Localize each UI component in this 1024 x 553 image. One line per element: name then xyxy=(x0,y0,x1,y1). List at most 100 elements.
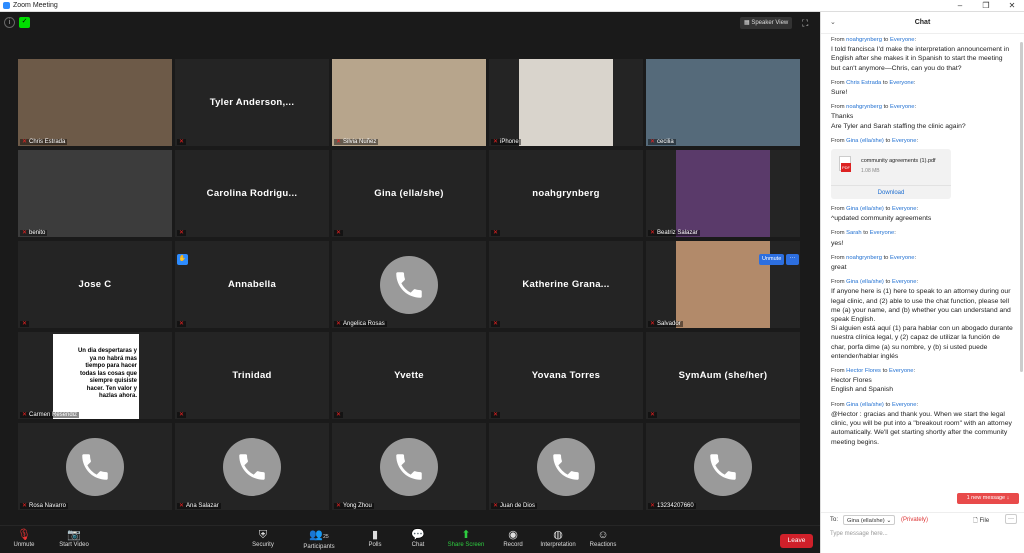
participant-tile[interactable]: Carolina Rodrigu... ✕ xyxy=(175,150,329,237)
file-attachment: PDF community agreements (1).pdf 1.08 MB Do… xyxy=(831,149,951,200)
security-button[interactable]: ⛨ Security xyxy=(241,528,285,548)
participant-label: ✕ xyxy=(20,321,29,327)
unmute-participant-button[interactable]: Unmute xyxy=(759,254,785,265)
participant-label: ✕ Carmen Resendiz xyxy=(20,412,80,418)
participant-tile[interactable]: SymAum (she/her) ✕ xyxy=(646,332,800,419)
maximize-button[interactable]: ❐ xyxy=(974,0,998,12)
participant-tile[interactable]: ✕ Chris Estrada xyxy=(18,59,172,146)
mic-muted-icon: ✕ xyxy=(493,321,499,327)
participant-tile[interactable]: Annabella ✕ xyxy=(175,241,329,328)
participant-tile[interactable]: ✕ Juan de Dios xyxy=(489,423,643,510)
file-button[interactable]: 🗋 File xyxy=(973,516,989,526)
mic-muted-icon: ✕ xyxy=(650,412,656,418)
leave-button[interactable]: Leave xyxy=(780,534,813,548)
participant-tile[interactable]: ✕ Rosa Navarro xyxy=(18,423,172,510)
participant-name: Yovana Torres xyxy=(531,370,601,381)
chat-message: From Sarah to Everyone: yes! xyxy=(831,229,1015,247)
participant-label: ✕ xyxy=(334,412,343,418)
fullscreen-icon[interactable]: ⛶ xyxy=(802,17,808,29)
recipient-select[interactable]: Gina (ella/she) ⌄ xyxy=(843,515,896,525)
participant-name: Tyler Anderson,... xyxy=(209,97,295,108)
new-message-button[interactable]: 1 new message ↓ xyxy=(957,493,1019,504)
participant-tile[interactable]: Trinidad ✕ xyxy=(175,332,329,419)
chat-message-text: I told francisca I'd make the interpreta… xyxy=(831,46,1010,72)
close-button[interactable]: ✕ xyxy=(1000,0,1024,12)
chat-message-text: Thanks Are Tyler and Sarah staffing the … xyxy=(831,113,966,130)
participant-tile[interactable]: ✕ Yong Zhou xyxy=(332,423,486,510)
participant-tile[interactable]: Yvette ✕ xyxy=(332,332,486,419)
chat-message-text: Sure! xyxy=(831,89,848,97)
chat-more-button[interactable]: ··· xyxy=(1005,514,1017,524)
chat-message-text: If anyone here is (1) here to speak to a… xyxy=(831,288,1013,360)
mic-muted-icon: ✕ xyxy=(336,139,342,145)
participant-tile[interactable]: Tyler Anderson,... ✕ xyxy=(175,59,329,146)
mic-muted-icon: ✕ xyxy=(493,503,499,509)
chat-input[interactable]: Type message here... xyxy=(830,531,888,537)
participant-more-button[interactable]: ··· xyxy=(786,254,799,265)
phone-icon xyxy=(694,437,752,496)
participant-name: Carolina Rodrigu... xyxy=(206,188,298,199)
minimize-button[interactable]: – xyxy=(948,0,972,12)
chat-message: From Gina (ella/she) to Everyone: @Hector… xyxy=(831,401,1015,447)
chat-button[interactable]: 💬 Chat xyxy=(396,528,440,548)
participant-video xyxy=(519,59,613,146)
participant-name: Katherine Grana... xyxy=(522,279,610,290)
participant-tile[interactable]: Gina (ella/she) ✕ xyxy=(332,150,486,237)
participant-tile[interactable]: ✕ benito xyxy=(18,150,172,237)
mic-muted-icon: ✕ xyxy=(179,139,185,145)
chat-message-header: From noahgrynberg to Everyone: xyxy=(831,37,917,43)
reactions-button[interactable]: ☺ Reactions xyxy=(581,528,625,548)
chat-message: From Hector Flores to Everyone: Hector Fl… xyxy=(831,367,1015,395)
participants-button[interactable]: 👥25 Participants xyxy=(297,528,341,550)
participant-tile[interactable]: Katherine Grana... ✕ xyxy=(489,241,643,328)
mic-muted-icon: ✕ xyxy=(493,230,499,236)
record-button[interactable]: ◉ Record xyxy=(491,528,535,548)
unmute-button[interactable]: 🎙 Unmute xyxy=(2,528,46,548)
participant-tile[interactable]: Un dia despertaras y ya no habrá mas tie… xyxy=(18,332,172,419)
chat-scrollbar[interactable] xyxy=(1020,42,1023,372)
participant-video xyxy=(676,150,770,237)
chat-message: From noahgrynberg to Everyone: Thanks Are… xyxy=(831,103,1015,131)
download-button[interactable]: Download xyxy=(831,185,951,199)
phone-icon xyxy=(380,437,438,496)
participant-tile[interactable]: noahgrynberg ✕ xyxy=(489,150,643,237)
participant-tile[interactable]: ✕ cecilia xyxy=(646,59,800,146)
participant-tile[interactable]: ✕ Ana Salazar xyxy=(175,423,329,510)
participant-label: ✕ Yong Zhou xyxy=(334,503,374,509)
participant-video xyxy=(18,150,172,237)
participant-tile[interactable]: ✕ iPhone xyxy=(489,59,643,146)
participant-video xyxy=(646,59,800,146)
speaker-view-button[interactable]: ▦ Speaker View xyxy=(740,17,793,29)
window-title: Zoom Meeting xyxy=(13,2,58,9)
participant-tile[interactable]: Jose C ✕ xyxy=(18,241,172,328)
encryption-shield-icon[interactable]: ✓ xyxy=(19,17,30,28)
participant-tile[interactable]: ✕ Angelica Rosas xyxy=(332,241,486,328)
polls-button[interactable]: ▮ Polls xyxy=(353,528,397,548)
phone-icon xyxy=(223,437,281,496)
mic-muted-icon: ✕ xyxy=(22,412,28,418)
meeting-toolbar: 🎙 Unmute 📷 Start Video ⛨ Security 👥25 Partic… xyxy=(0,525,820,553)
chat-message-header: From Gina (ella/she) to Everyone: xyxy=(831,279,919,286)
interpretation-button[interactable]: ◍ Interpretation xyxy=(533,528,583,548)
participant-label: ✕ xyxy=(491,412,500,418)
mic-muted-icon: ✕ xyxy=(493,412,499,418)
participant-label: ✕ xyxy=(177,230,186,236)
chat-messages: From noahgrynberg to Everyone: I told fra… xyxy=(831,36,1015,453)
raised-hand-icon: ✋ xyxy=(177,254,188,265)
chat-message-header: From Gina (ella/she) to Everyone: xyxy=(831,137,919,144)
participant-tile[interactable]: ✕ Beatriz Salazar xyxy=(646,150,800,237)
share-screen-button[interactable]: ⬆ Share Screen xyxy=(442,528,490,548)
info-icon[interactable]: i xyxy=(4,17,15,28)
participant-label: ✕ benito xyxy=(20,230,48,236)
participant-tile[interactable]: Yovana Torres ✕ xyxy=(489,332,643,419)
mic-muted-icon: ✕ xyxy=(650,503,656,509)
chat-message: From Gina (ella/she) to Everyone: PDF comm… xyxy=(831,137,1015,200)
participant-label: ✕ cecilia xyxy=(648,139,676,145)
mic-muted-icon: ✕ xyxy=(336,321,342,327)
participant-tile[interactable]: ✕ 13234207660 xyxy=(646,423,800,510)
chat-message-header: From Chris Estrada to Everyone: xyxy=(831,79,916,86)
start-video-button[interactable]: 📷 Start Video xyxy=(52,528,96,548)
participant-name: Gina (ella/she) xyxy=(374,188,444,199)
participant-tile[interactable]: ✕ Silvia Nuñez xyxy=(332,59,486,146)
video-stage: i ✓ ▦ Speaker View ⛶ ✕ Chris Estrada Tyler… xyxy=(0,12,820,553)
